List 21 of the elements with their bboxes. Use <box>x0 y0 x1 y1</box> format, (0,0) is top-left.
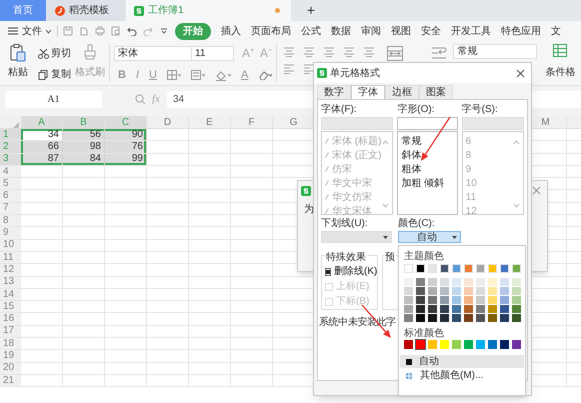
table-cell: 90 <box>105 129 147 140</box>
section-label: 标准颜色 <box>404 326 445 338</box>
checkbox-label: 删除线(K) <box>334 264 378 279</box>
table-cell: 56 <box>63 129 105 140</box>
table-cell: 76 <box>105 141 147 153</box>
checkbox-label: 下标(B) <box>336 294 370 309</box>
table-cell: 98 <box>63 141 105 153</box>
table-cell: 34 <box>21 129 63 140</box>
dialog-title: 单元格格式 <box>330 66 381 80</box>
table-cell: 99 <box>105 154 147 165</box>
section-label: 主题颜色 <box>404 250 445 261</box>
dialog-text: 为 <box>304 202 314 217</box>
table-cell: 84 <box>63 154 105 165</box>
field-label: 下划线(U): <box>321 218 369 229</box>
field-label: 字号(S): <box>462 104 499 115</box>
table-cell: 87 <box>21 154 63 165</box>
field-label: 字形(O): <box>397 104 436 115</box>
field-label: 字体(F): <box>321 104 358 115</box>
field-label: 颜色(C): <box>398 218 436 229</box>
table-cell: 66 <box>21 141 63 153</box>
checkbox-label: 上标(E) <box>336 280 370 294</box>
